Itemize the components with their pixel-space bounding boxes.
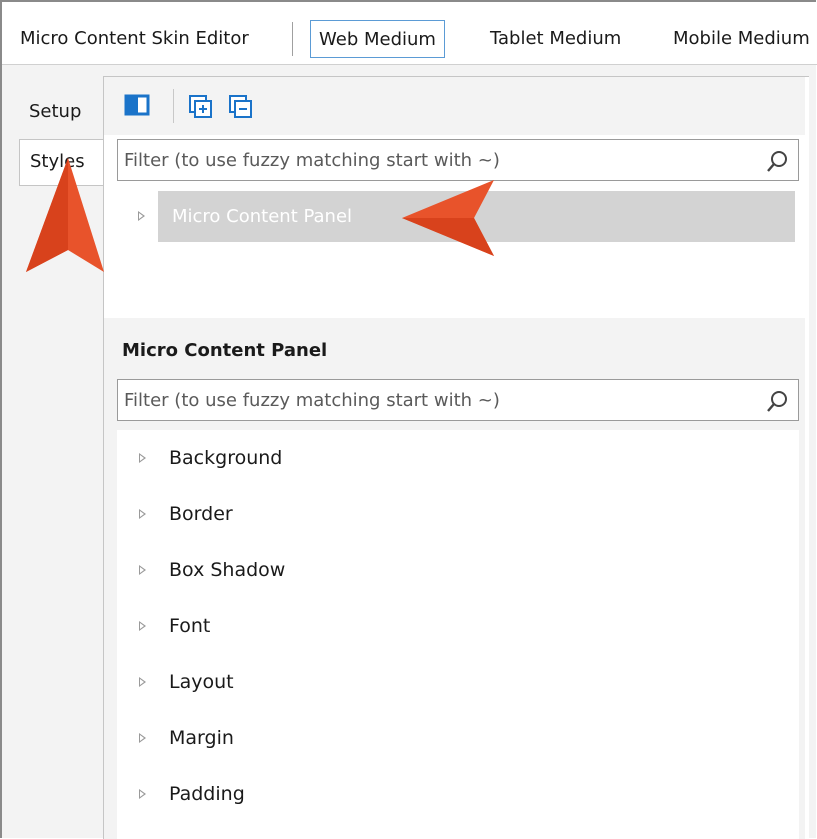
property-group-label: Background [169, 447, 283, 469]
styles-filter-box [117, 139, 799, 181]
expander-icon[interactable] [139, 621, 146, 631]
properties-filter-input[interactable] [120, 380, 758, 420]
tree-expander-icon[interactable] [138, 211, 145, 221]
property-group-label: Layout [169, 671, 234, 693]
property-group-layout[interactable]: Layout [117, 654, 799, 710]
properties-list: Background Border Box Shadow Font Layout… [117, 430, 799, 839]
callout-arrow-icon [26, 158, 104, 272]
side-tab-setup[interactable]: Setup [19, 90, 103, 134]
property-group-label: Border [169, 503, 233, 525]
editor-title: Micro Content Skin Editor [20, 28, 249, 49]
tab-mobile-medium[interactable]: Mobile Medium [665, 20, 817, 58]
properties-section-title: Micro Content Panel [122, 340, 328, 361]
property-group-label: Padding [169, 783, 245, 805]
expander-icon[interactable] [139, 453, 146, 463]
property-group-label: Font [169, 615, 211, 637]
property-group-label: Margin [169, 727, 234, 749]
toolbar-divider [173, 89, 174, 123]
properties-filter-box [117, 379, 799, 421]
property-group-border[interactable]: Border [117, 486, 799, 542]
expander-icon[interactable] [139, 677, 146, 687]
callout-arrow-icon [402, 180, 494, 256]
search-icon[interactable] [766, 149, 790, 177]
expander-icon[interactable] [139, 509, 146, 519]
collapse-all-icon[interactable] [228, 94, 254, 124]
property-group-padding[interactable]: Padding [117, 766, 799, 822]
property-group-font[interactable]: Font [117, 598, 799, 654]
property-group-label: Box Shadow [169, 559, 286, 581]
header-separator [292, 22, 293, 56]
expander-icon[interactable] [139, 733, 146, 743]
expand-all-icon[interactable] [188, 94, 214, 124]
tab-web-medium[interactable]: Web Medium [310, 20, 445, 58]
expander-icon[interactable] [139, 565, 146, 575]
property-group-box-shadow[interactable]: Box Shadow [117, 542, 799, 598]
panel-toggle-icon[interactable] [124, 94, 150, 120]
styles-filter-input[interactable] [120, 140, 758, 180]
editor-header: Micro Content Skin Editor Web Medium Tab… [2, 2, 817, 65]
property-group-margin[interactable]: Margin [117, 710, 799, 766]
property-group-background[interactable]: Background [117, 430, 799, 486]
tab-tablet-medium[interactable]: Tablet Medium [482, 20, 629, 58]
search-icon[interactable] [766, 389, 790, 417]
styles-toolbar [104, 77, 805, 135]
expander-icon[interactable] [139, 789, 146, 799]
